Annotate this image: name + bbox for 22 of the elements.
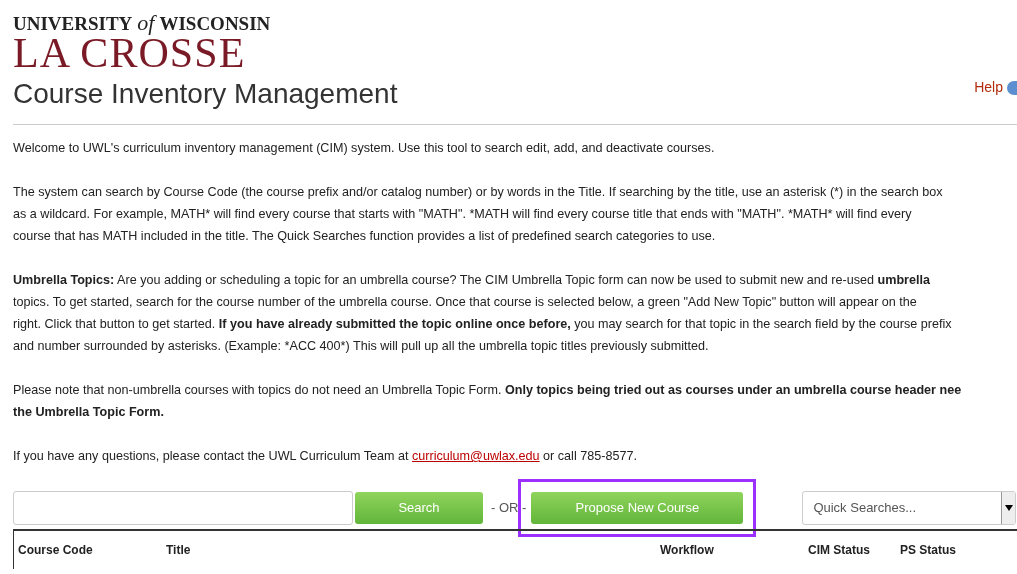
column-header: Workflow — [659, 542, 715, 559]
paragraph: Umbrella Topics: Are you adding or scheduling a topic for an umbrella course? The CIM Umbrella Topic form can now be used to submit new and re-used umbrella topics. To get started, search for the course number of the umbrella course. Once that course is selected below, a green "Add New Topic" button will appear on the right. Click that button to get started. If you have already submitted the topic online once before, you may search for that topic in the search field by the course prefix and number surrounded by asterisks. (Example: *ACC 400*) This will pull up all the umbrella topic titles previously submitted. — [13, 272, 952, 355]
page-title: Course Inventory Management — [13, 80, 398, 108]
paragraph: Please note that non-umbrella courses with topics do not need an Umbrella Topic Form. Only topics being tried out as courses under an umbrella course header nee the Umbrella Topic Form. — [13, 382, 962, 421]
help-icon — [1007, 80, 1017, 95]
column-header: Course Code — [17, 542, 94, 559]
paragraph: The system can search by Course Code (the course prefix and/or catalog number) or by words in the Title. If searching by the title, use an asterisk (*) in the search box as a wildcard. For example, MATH* will find every course that starts with "MATH". *MATH will find every course title that ends with "MATH". *MATH* will find every course that has MATH included in the title. The Quick Searches function provides a list of predefined search categories to use. — [13, 184, 943, 245]
paragraph: Welcome to UWL's curriculum inventory management (CIM) system. Use this tool to search edit, add, and deactivate courses. — [13, 140, 715, 157]
quick-searches-dropdown[interactable]: Quick Searches... — [802, 491, 1017, 525]
column-header: CIM Status — [807, 542, 871, 559]
caret-icon — [1004, 505, 1013, 511]
or-text: - OR - — [491, 499, 527, 518]
logo-text: of — [137, 12, 155, 34]
contact-text: If you have any questions, please contact the UWL Curriculum Team at curriculum@uwlax.edu or call 785-8577. — [13, 448, 637, 465]
help-link[interactable]: Help — [974, 77, 1003, 98]
search-field[interactable] — [13, 491, 353, 525]
column-header: Title — [165, 542, 192, 559]
email-link[interactable]: curriculum@uwlax.edu — [412, 449, 540, 463]
column-header: PS Status — [899, 542, 957, 559]
logo-text: WISCONSIN — [159, 14, 271, 33]
logo-text: LA CROSSE — [13, 34, 246, 72]
logo-text: UNIVERSITY — [13, 14, 133, 33]
